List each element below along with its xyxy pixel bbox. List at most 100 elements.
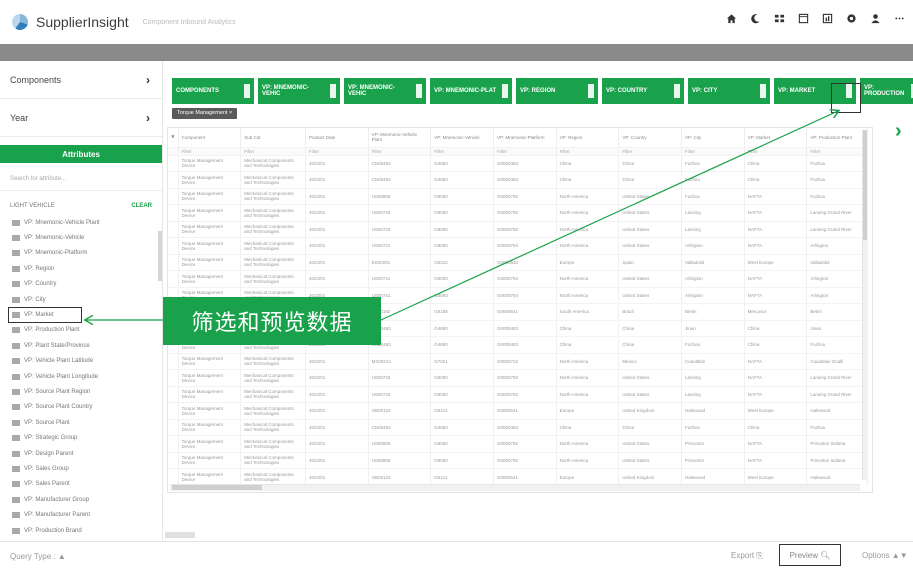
drag-handle-icon[interactable] xyxy=(12,219,20,226)
drag-handle-icon[interactable] xyxy=(12,265,20,272)
drag-handle-icon[interactable] xyxy=(12,342,20,349)
field-chip[interactable]: VP: MNEMONIC-PLAT xyxy=(430,78,512,104)
column-filter-input[interactable]: Filter xyxy=(305,146,369,155)
column-filter-input[interactable]: Filter xyxy=(240,146,306,155)
drag-handle-icon[interactable] xyxy=(12,235,20,242)
column-header[interactable]: VP: Mnemonic-Vehicle Plant xyxy=(368,128,432,147)
attribute-item[interactable]: VP: Region xyxy=(0,261,162,276)
row-handle[interactable] xyxy=(168,385,179,403)
table-row[interactable]: Torque Management DeviceMechanical Compo… xyxy=(168,237,868,254)
year-row[interactable]: Year › xyxy=(0,99,162,137)
table-row[interactable]: Torque Management DeviceMechanical Compo… xyxy=(168,270,868,287)
column-filter-input[interactable]: Filter xyxy=(681,146,745,155)
column-filter-input[interactable]: Filter xyxy=(618,146,682,155)
column-header[interactable]: VP: Mnemonic-Vehicle xyxy=(430,128,494,147)
drag-handle-icon[interactable] xyxy=(12,450,20,457)
column-filter-input[interactable]: Filter xyxy=(493,146,557,155)
drag-handle-icon[interactable] xyxy=(12,481,20,488)
row-handle[interactable] xyxy=(168,237,179,254)
attribute-item[interactable]: VP: Source Plant Country xyxy=(0,400,162,415)
field-chip[interactable]: VP: REGION xyxy=(516,78,598,104)
row-handle[interactable] xyxy=(168,171,179,188)
attribute-item[interactable]: VP: Mnemonic-Platform xyxy=(0,246,162,261)
sort-icon[interactable] xyxy=(330,84,336,98)
moon-icon[interactable] xyxy=(750,13,761,24)
home-icon[interactable] xyxy=(726,13,737,24)
chart-icon[interactable] xyxy=(822,13,833,24)
drag-handle-icon[interactable] xyxy=(12,419,20,426)
table-row[interactable]: Torque Management DeviceMechanical Compo… xyxy=(168,468,868,485)
table-row[interactable]: Torque Management DeviceMechanical Compo… xyxy=(168,402,868,419)
row-handle[interactable] xyxy=(168,270,179,287)
attribute-item[interactable]: VP: Source Plant xyxy=(0,415,162,430)
attribute-item[interactable]: VP: Vehicle Plant Longitude xyxy=(0,369,162,384)
attribute-item[interactable]: VP: Sales Parent xyxy=(0,477,162,492)
attribute-item[interactable]: VP: Plant State/Province xyxy=(0,338,162,353)
sort-icon[interactable] xyxy=(674,84,680,98)
row-handle[interactable] xyxy=(168,187,179,205)
preview-button[interactable]: Preview 🔍︎ xyxy=(779,544,841,566)
column-header[interactable]: Component xyxy=(178,128,242,147)
sort-icon[interactable] xyxy=(502,84,508,98)
options-button[interactable]: Options ▲▼ xyxy=(862,551,908,560)
attribute-item[interactable]: VP: Manufacturer Group xyxy=(0,492,162,507)
table-horizontal-scrollbar[interactable] xyxy=(170,484,860,491)
sort-icon[interactable] xyxy=(244,84,250,98)
row-handle[interactable] xyxy=(168,220,179,238)
attribute-item[interactable]: VP: Source Plant Region xyxy=(0,384,162,399)
clear-button[interactable]: CLEAR xyxy=(131,203,152,209)
table-row[interactable]: Torque Management DeviceMechanical Compo… xyxy=(168,352,868,370)
close-icon[interactable]: ✖ xyxy=(168,128,179,147)
row-handle[interactable] xyxy=(168,402,179,419)
drag-handle-icon[interactable] xyxy=(12,327,20,334)
sort-icon[interactable] xyxy=(588,84,594,98)
drag-handle-icon[interactable] xyxy=(12,373,20,380)
column-header[interactable]: VP: Production Plant xyxy=(806,128,868,147)
field-chip[interactable]: VP: COUNTRY xyxy=(602,78,684,104)
drag-handle-icon[interactable] xyxy=(12,404,20,411)
attribute-item[interactable]: VP: Manufacturer Parent xyxy=(0,507,162,522)
field-chip[interactable]: VP: CITY xyxy=(688,78,770,104)
drag-handle-icon[interactable] xyxy=(12,527,20,534)
row-handle[interactable] xyxy=(168,369,179,386)
column-header[interactable]: VP: Country xyxy=(618,128,682,147)
query-type-selector[interactable]: Query Type : ▲ xyxy=(10,552,66,561)
drag-handle-icon[interactable] xyxy=(12,435,20,442)
table-horizontal-thumb[interactable] xyxy=(172,485,262,490)
column-header[interactable]: VP: Market xyxy=(744,128,808,147)
attribute-search-input[interactable]: Search for attribute... xyxy=(0,169,162,191)
drag-handle-icon[interactable] xyxy=(12,358,20,365)
attribute-item[interactable]: VP: Production Plant xyxy=(0,323,162,338)
sort-icon[interactable] xyxy=(760,84,766,98)
field-chip[interactable]: COMPONENTS xyxy=(172,78,254,104)
drag-handle-icon[interactable] xyxy=(12,465,20,472)
column-filter-input[interactable]: Filter xyxy=(806,146,868,155)
table-row[interactable]: Torque Management DeviceMechanical Compo… xyxy=(168,220,868,238)
column-filter-input[interactable]: Filter xyxy=(368,146,432,155)
drag-handle-icon[interactable] xyxy=(12,281,20,288)
attribute-item[interactable]: VP: Production Brand xyxy=(0,523,162,538)
attribute-item[interactable]: VP: Design Parent xyxy=(0,446,162,461)
grid-icon[interactable] xyxy=(774,13,785,24)
user-icon[interactable] xyxy=(870,13,881,24)
components-row[interactable]: Components › xyxy=(0,61,162,99)
table-row[interactable]: Torque Management DeviceMechanical Compo… xyxy=(168,187,868,205)
drag-handle-icon[interactable] xyxy=(12,250,20,257)
row-handle[interactable] xyxy=(168,435,179,452)
attribute-item[interactable]: VP: Sales Group xyxy=(0,461,162,476)
row-handle[interactable] xyxy=(168,418,179,436)
drag-handle-icon[interactable] xyxy=(12,388,20,395)
attribute-item[interactable]: VP: Country xyxy=(0,277,162,292)
attribute-item[interactable]: VP: Vehicle Plant Latitude xyxy=(0,354,162,369)
row-handle[interactable] xyxy=(168,451,179,469)
column-header[interactable]: Product Date xyxy=(305,128,369,147)
table-row[interactable]: Torque Management DeviceMechanical Compo… xyxy=(168,154,868,172)
field-chip[interactable]: VP: PRODUCTION xyxy=(860,78,913,104)
attribute-item[interactable]: VP: Mnemonic-Vehicle xyxy=(0,230,162,245)
table-row[interactable]: Torque Management DeviceMechanical Compo… xyxy=(168,385,868,403)
more-icon[interactable] xyxy=(894,13,905,24)
column-header[interactable]: VP: City xyxy=(681,128,745,147)
row-handle[interactable] xyxy=(168,352,179,370)
window-icon[interactable] xyxy=(798,13,809,24)
table-row[interactable]: Torque Management DeviceMechanical Compo… xyxy=(168,204,868,221)
